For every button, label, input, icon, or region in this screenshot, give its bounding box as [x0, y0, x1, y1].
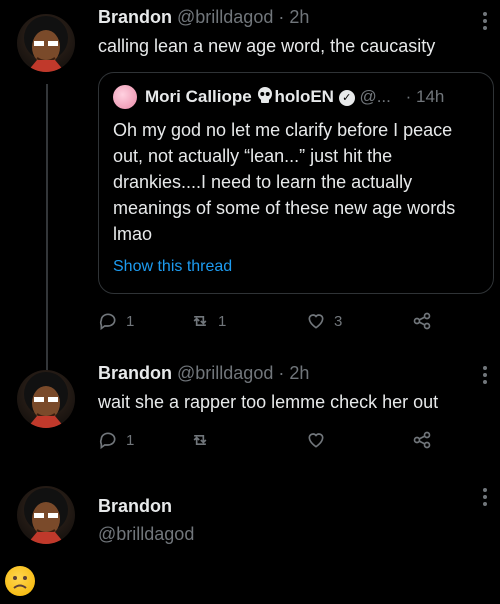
share-icon — [413, 431, 431, 449]
avatar-image — [24, 372, 68, 428]
share-button[interactable] — [412, 311, 432, 331]
author-handle[interactable]: @brilldagod — [177, 363, 273, 383]
avatar[interactable] — [17, 14, 75, 72]
skull-icon — [256, 86, 274, 109]
reply-button[interactable]: 1 — [98, 430, 134, 450]
tweet-time[interactable]: · 2h — [278, 363, 309, 383]
author-handle[interactable]: @brilldagod — [177, 7, 273, 27]
author-name[interactable]: Brandon — [98, 7, 172, 27]
avatar[interactable] — [17, 370, 75, 428]
author-name[interactable]: Brandon — [98, 363, 172, 383]
tweet-header: Brandon @brilldagod · 2h — [98, 363, 309, 384]
share-icon — [413, 312, 431, 330]
quoted-author-name-suffix: holoEN — [274, 86, 334, 106]
like-button[interactable]: 3 — [306, 311, 342, 331]
retweet-button[interactable]: 1 — [190, 311, 226, 331]
quoted-text: Oh my god no let me clarify before I pea… — [113, 120, 456, 244]
verified-badge-icon: ✓ — [338, 89, 355, 106]
retweet-count: 1 — [218, 312, 227, 330]
more-icon[interactable] — [482, 488, 488, 509]
heart-icon — [308, 433, 324, 448]
like-button[interactable] — [306, 430, 326, 450]
thread-connector-line — [46, 84, 48, 374]
quoted-avatar — [113, 85, 137, 109]
quoted-time: · 14h — [405, 86, 445, 106]
avatar-image — [24, 16, 68, 72]
heart-icon — [308, 314, 324, 329]
profile-handle[interactable]: @brilldagod — [98, 524, 194, 545]
retweet-button[interactable] — [190, 430, 210, 450]
retweet-icon — [193, 435, 207, 445]
tweet-time[interactable]: · 2h — [278, 7, 309, 27]
tweet-text: wait she a rapper too lemme check her ou… — [98, 392, 439, 412]
reply-count: 1 — [126, 431, 135, 449]
like-count: 3 — [334, 312, 343, 330]
author-name[interactable]: Brandon — [98, 496, 172, 516]
avatar-image — [24, 488, 68, 544]
sad-face-icon — [5, 566, 35, 596]
tweet-actions: 1 — [98, 430, 438, 454]
profile-name[interactable]: Brandon — [98, 496, 172, 517]
retweet-icon — [193, 316, 207, 326]
tweet-actions: 1 1 3 — [98, 311, 438, 335]
reply-icon — [99, 313, 116, 331]
reply-icon — [99, 432, 116, 450]
tweet-text: calling lean a new age word, the caucasi… — [98, 36, 436, 56]
quoted-header: Mori Calliope holoEN ✓ @... · 14h — [145, 86, 444, 109]
quoted-handle: @... — [359, 86, 391, 106]
quoted-author-name: Mori Calliope — [145, 86, 252, 106]
share-button[interactable] — [412, 430, 432, 450]
reply-count: 1 — [126, 312, 135, 330]
more-icon[interactable] — [482, 12, 488, 33]
tweet-header: Brandon @brilldagod · 2h — [98, 7, 309, 28]
more-icon[interactable] — [482, 366, 488, 387]
quoted-tweet[interactable]: Mori Calliope holoEN ✓ @... · 14h Oh my … — [98, 72, 494, 294]
show-thread-link[interactable]: Show this thread — [113, 258, 232, 276]
reply-button[interactable]: 1 — [98, 311, 134, 331]
avatar[interactable] — [17, 486, 75, 544]
